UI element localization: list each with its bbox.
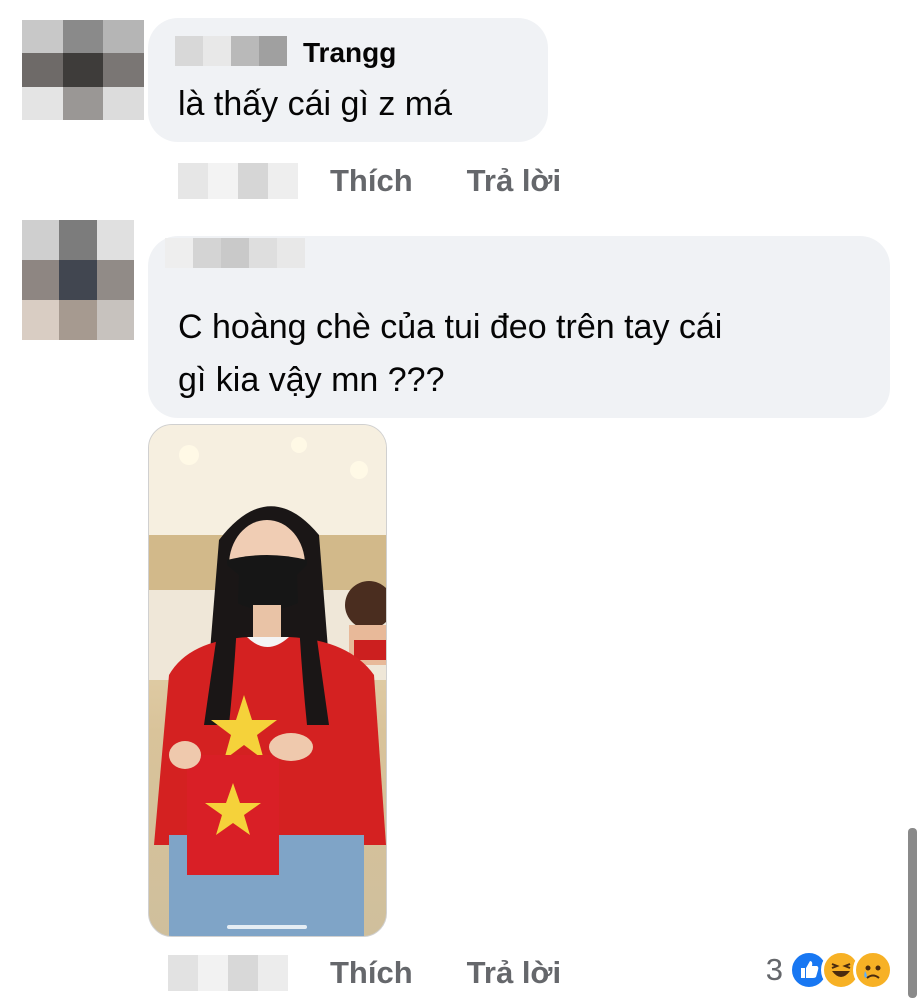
blurred-name [175,36,287,66]
comment-text: là thấy cái gì z má [178,85,453,123]
blurred-name [165,238,305,268]
avatar[interactable] [22,20,144,120]
reply-button[interactable]: Trả lời [467,163,561,199]
like-button[interactable]: Thích [330,163,413,199]
photo-illustration [149,425,386,936]
comment-author[interactable]: Trangg [303,37,396,69]
like-button[interactable]: Thích [330,955,413,991]
avatar[interactable] [22,220,134,340]
sad-icon [853,950,893,990]
blurred-timestamp [178,163,298,199]
comment-text-line-1: C hoàng chè của tui đeo trên tay cái [178,308,723,346]
blurred-timestamp [168,955,288,991]
scrollbar[interactable] [908,828,917,998]
attached-photo[interactable] [148,424,387,937]
reaction-count: 3 [765,952,783,987]
comment-text-line-2: gì kia vậy mn ??? [178,361,445,399]
reaction-summary[interactable]: 3 [766,950,893,990]
reply-button[interactable]: Trả lời [467,955,561,991]
